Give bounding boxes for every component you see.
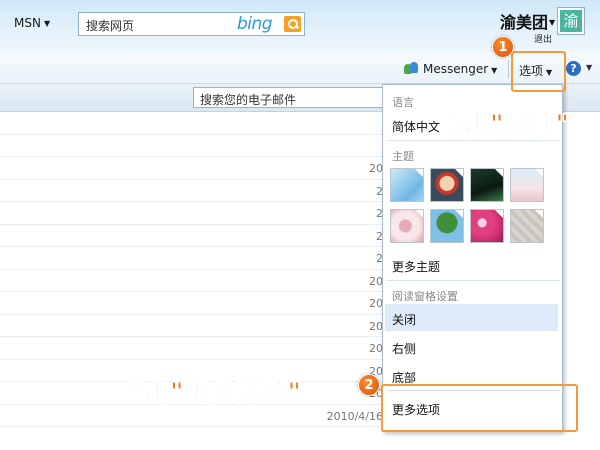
messenger-icon xyxy=(404,61,420,75)
theme-peel xyxy=(454,169,463,178)
theme-peel xyxy=(414,210,423,219)
row-date: 20 xyxy=(369,297,383,310)
step2-highlight-box xyxy=(381,384,578,432)
table-row[interactable] xyxy=(0,112,383,135)
table-row[interactable]: 20 xyxy=(0,315,383,337)
theme-thumbnail[interactable] xyxy=(430,168,464,202)
table-row[interactable]: 2 xyxy=(0,202,383,225)
table-row[interactable]: 2 xyxy=(0,247,383,270)
reading-pane-right[interactable]: 右侧 xyxy=(392,340,416,357)
theme-peel xyxy=(494,169,503,178)
table-row[interactable]: 2 xyxy=(0,180,383,202)
theme-peel xyxy=(414,169,423,178)
chevron-down-icon: ▼ xyxy=(549,18,556,27)
theme-thumbnail[interactable] xyxy=(390,168,424,202)
theme-section-header: 主题 xyxy=(392,150,414,163)
step1-callout: 点击"选项" xyxy=(437,110,570,141)
theme-peel xyxy=(454,210,463,219)
help-icon[interactable]: ? xyxy=(566,61,581,76)
row-date: 20 xyxy=(369,162,383,175)
theme-thumbnail[interactable] xyxy=(390,209,424,243)
row-date: 20 xyxy=(369,274,383,288)
mail-search-input[interactable]: 搜索您的电子邮件 xyxy=(200,91,296,108)
theme-peel xyxy=(494,210,503,219)
search-icon[interactable] xyxy=(284,16,301,32)
user-menu[interactable]: 渝美团▼ xyxy=(500,9,555,33)
signout-link[interactable]: 退出 xyxy=(534,32,552,45)
step2-callout: 点击"更多选项" xyxy=(117,378,302,409)
row-date: 20 xyxy=(369,319,383,333)
toolbar-divider xyxy=(508,60,509,78)
msn-menu[interactable]: MSN ▼ xyxy=(14,16,50,30)
table-row[interactable]: 2 xyxy=(0,225,383,247)
row-date: 2010/4/16 xyxy=(326,409,383,423)
chevron-down-icon: ▼ xyxy=(43,19,51,28)
menu-divider xyxy=(387,280,559,281)
reading-pane-section-header: 阅读窗格设置 xyxy=(392,290,458,303)
language-section-header: 语言 xyxy=(392,96,414,109)
theme-thumbnail[interactable] xyxy=(430,209,464,243)
language-item[interactable]: 简体中文 xyxy=(392,118,440,135)
table-row[interactable]: 20 xyxy=(0,157,383,180)
theme-peel xyxy=(534,210,543,219)
mail-search-box[interactable]: 搜索您的电子邮件 xyxy=(193,87,383,108)
step2-badge: 2 xyxy=(358,374,380,396)
messenger-label: Messenger xyxy=(423,62,489,76)
chevron-down-icon[interactable]: ▼ xyxy=(586,63,592,72)
step1-highlight-box xyxy=(511,51,566,92)
messenger-button[interactable]: Messenger ▼ xyxy=(404,61,497,76)
theme-thumbnail[interactable] xyxy=(510,209,544,243)
chevron-down-icon: ▼ xyxy=(491,66,498,75)
more-themes-link[interactable]: 更多主题 xyxy=(392,258,440,275)
toolbar: Messenger ▼ 选项 ▼ ? ▼ xyxy=(0,52,600,84)
row-date: 20 xyxy=(369,342,383,355)
step1-badge: 1 xyxy=(492,36,514,58)
theme-thumbnail[interactable] xyxy=(470,209,504,243)
user-name: 渝美团 xyxy=(500,13,549,32)
table-row[interactable]: 20 xyxy=(0,337,383,360)
web-search-box[interactable]: 搜索网页 bing xyxy=(78,12,305,36)
avatar[interactable]: 渝 xyxy=(557,7,585,35)
msn-label: MSN xyxy=(14,16,41,30)
web-search-input[interactable]: 搜索网页 xyxy=(86,17,134,34)
reading-pane-off[interactable]: 关闭 xyxy=(392,311,416,328)
bing-logo: bing xyxy=(237,14,273,34)
table-row[interactable]: 20 xyxy=(0,292,383,315)
theme-thumbnail[interactable] xyxy=(510,168,544,202)
theme-peel xyxy=(534,169,543,178)
table-row[interactable]: 20 xyxy=(0,270,383,292)
theme-thumbnail[interactable] xyxy=(470,168,504,202)
table-row[interactable] xyxy=(0,135,383,157)
